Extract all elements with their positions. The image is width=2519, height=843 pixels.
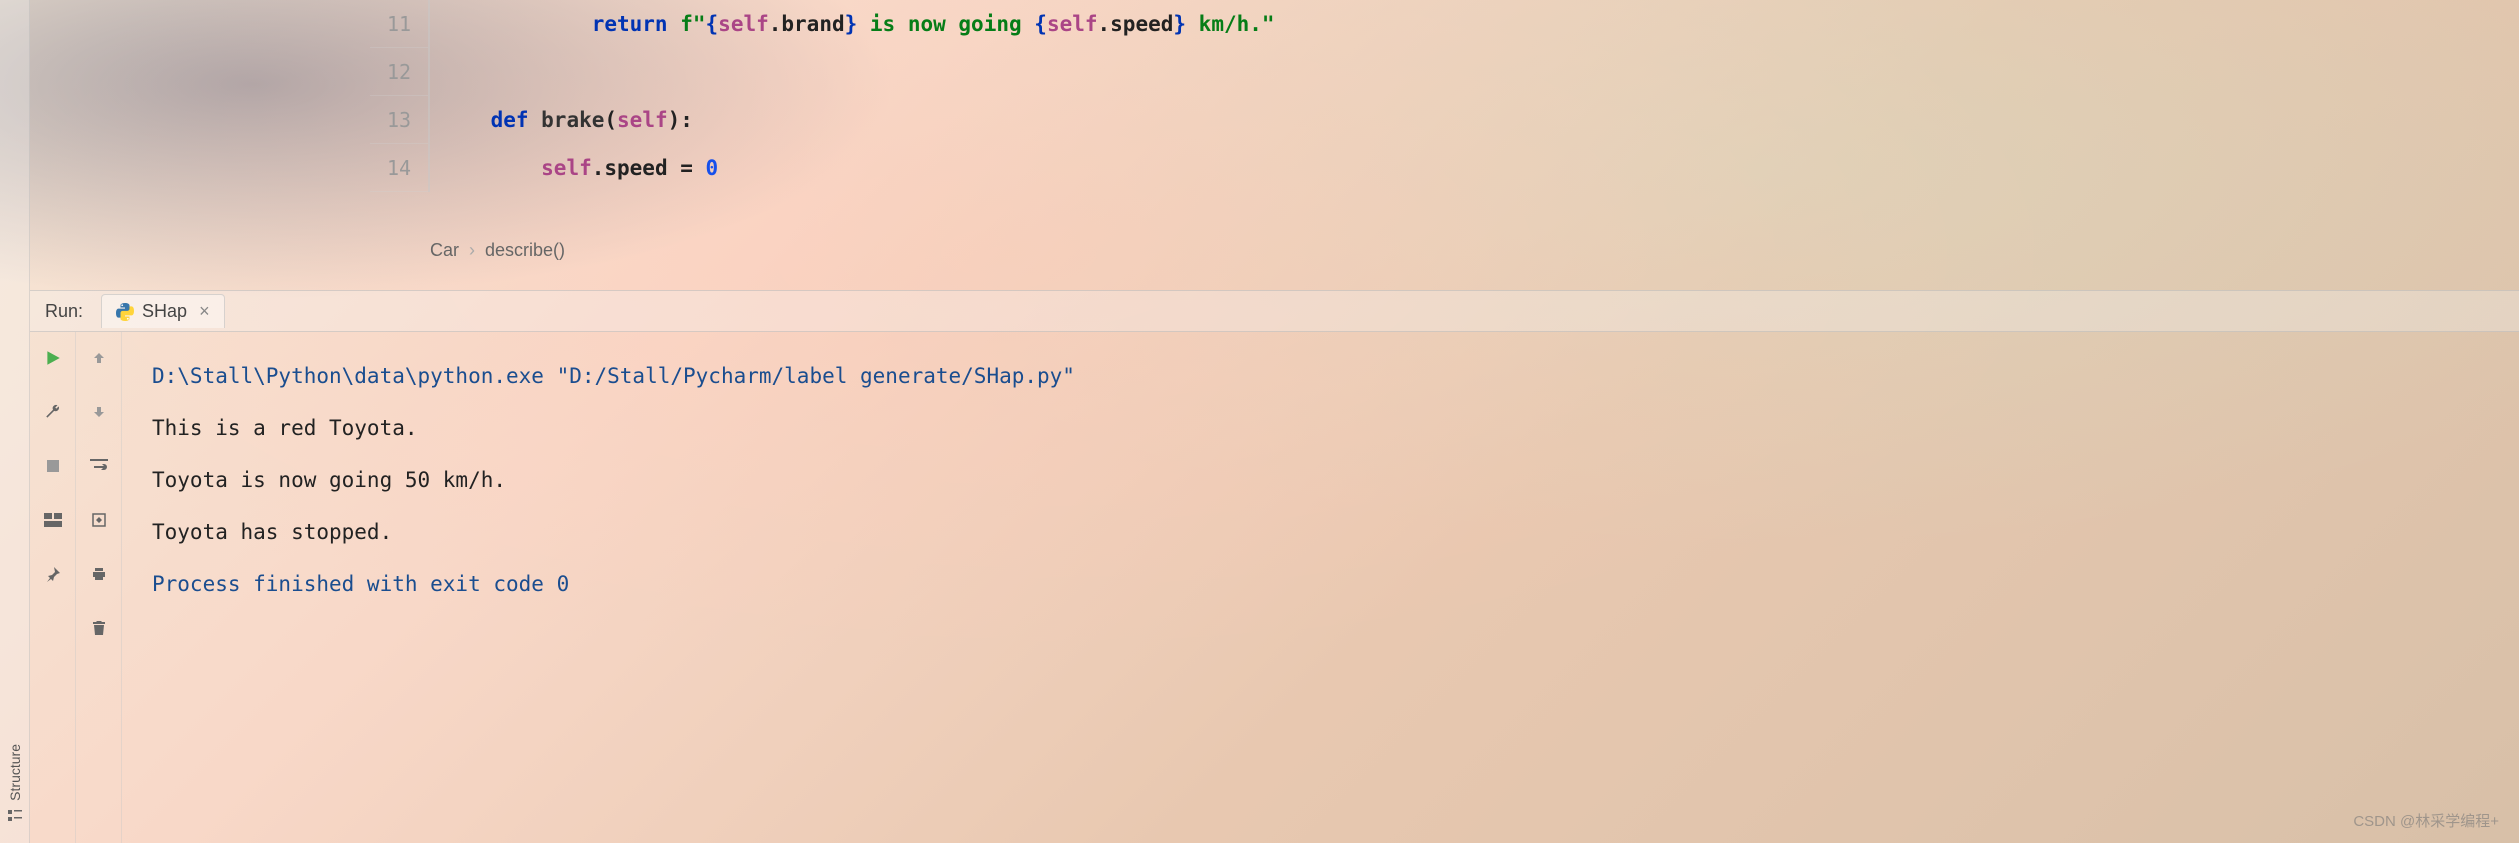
structure-label: Structure bbox=[7, 744, 23, 801]
run-header: Run: SHap × bbox=[30, 290, 2519, 332]
line-number: 13 bbox=[370, 96, 428, 144]
run-panel: D:\Stall\Python\data\python.exe "D:/Stal… bbox=[30, 332, 2519, 843]
trash-icon[interactable] bbox=[85, 614, 113, 642]
wrench-icon[interactable] bbox=[39, 398, 67, 426]
close-icon[interactable]: × bbox=[199, 301, 210, 322]
line-number: 14 bbox=[370, 144, 428, 192]
pin-icon[interactable] bbox=[39, 560, 67, 588]
code-line[interactable] bbox=[440, 48, 2519, 96]
code-content[interactable]: return f"{self.brand} is now going {self… bbox=[440, 0, 2519, 192]
breadcrumb-class[interactable]: Car bbox=[430, 240, 459, 261]
console-exit: Process finished with exit code 0 bbox=[152, 558, 2489, 610]
breadcrumb[interactable]: Car › describe() bbox=[430, 240, 565, 261]
run-tab[interactable]: SHap × bbox=[101, 294, 225, 328]
structure-sidebar[interactable]: Structure bbox=[0, 0, 30, 843]
line-number: 12 bbox=[370, 48, 428, 96]
console-line: Toyota is now going 50 km/h. bbox=[152, 454, 2489, 506]
console-output[interactable]: D:\Stall\Python\data\python.exe "D:/Stal… bbox=[122, 332, 2519, 843]
code-editor[interactable]: 11 12 13 14 return f"{self.brand} is now… bbox=[30, 0, 2519, 290]
breadcrumb-method[interactable]: describe() bbox=[485, 240, 565, 261]
scroll-icon[interactable] bbox=[85, 506, 113, 534]
run-tab-name: SHap bbox=[142, 301, 187, 322]
wrap-icon[interactable] bbox=[85, 452, 113, 480]
run-toolbar-right bbox=[76, 332, 122, 843]
layout-icon[interactable] bbox=[39, 506, 67, 534]
up-arrow-icon[interactable] bbox=[85, 344, 113, 372]
run-label: Run: bbox=[45, 301, 83, 322]
code-line[interactable]: self.speed = 0 bbox=[440, 144, 2519, 192]
console-line: Toyota has stopped. bbox=[152, 506, 2489, 558]
code-line[interactable]: def brake(self): bbox=[440, 96, 2519, 144]
down-arrow-icon[interactable] bbox=[85, 398, 113, 426]
line-number: 11 bbox=[370, 0, 428, 48]
console-line: This is a red Toyota. bbox=[152, 402, 2489, 454]
console-command: D:\Stall\Python\data\python.exe "D:/Stal… bbox=[152, 350, 2489, 402]
chevron-right-icon: › bbox=[469, 240, 475, 261]
structure-icon bbox=[8, 809, 22, 823]
print-icon[interactable] bbox=[85, 560, 113, 588]
rerun-button[interactable] bbox=[39, 344, 67, 372]
code-line[interactable]: return f"{self.brand} is now going {self… bbox=[440, 0, 2519, 48]
run-toolbar-left bbox=[30, 332, 76, 843]
watermark: CSDN @林采学编程+ bbox=[2353, 810, 2499, 831]
stop-button[interactable] bbox=[39, 452, 67, 480]
python-icon bbox=[116, 303, 134, 321]
line-gutter: 11 12 13 14 bbox=[370, 0, 430, 192]
